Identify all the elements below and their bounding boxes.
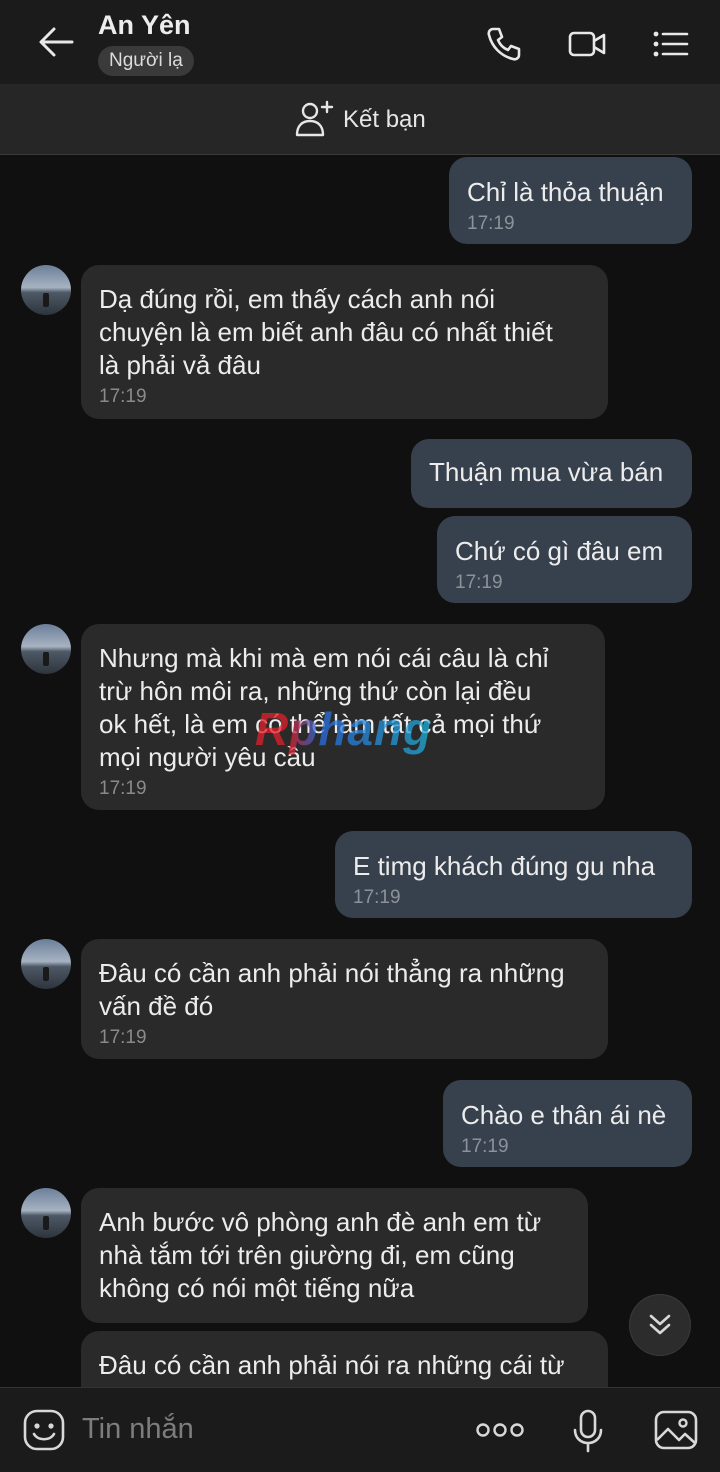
message-bubble-outgoing[interactable]: Chứ có gì đâu em 17:19 <box>437 516 692 603</box>
message-time: 17:19 <box>461 1136 509 1157</box>
add-user-icon <box>295 100 334 137</box>
message-text: Chứ có gì đâu em <box>455 536 664 566</box>
message-bubble-incoming[interactable]: Dạ đúng rồi, em thấy cách anh nói chuyện… <box>81 265 608 419</box>
message-time: 17:19 <box>353 887 401 908</box>
more-options-icon[interactable] <box>476 1422 524 1438</box>
image-icon[interactable] <box>653 1409 699 1451</box>
message-time: 17:19 <box>99 386 147 407</box>
add-friend-label: Kết bạn <box>343 106 426 133</box>
menu-list-icon[interactable] <box>651 24 691 64</box>
avatar[interactable] <box>21 624 71 674</box>
stranger-badge: Người lạ <box>98 46 194 76</box>
message-time: 17:19 <box>467 213 515 234</box>
message-bubble-outgoing[interactable]: Chỉ là thỏa thuận 17:19 <box>449 157 692 244</box>
scroll-to-bottom-button[interactable] <box>629 1294 691 1356</box>
message-time: 17:19 <box>99 778 147 799</box>
message-input[interactable]: Tin nhắn <box>82 1413 194 1446</box>
emoji-icon[interactable] <box>22 1408 66 1452</box>
back-arrow-icon[interactable] <box>34 22 78 62</box>
message-time: 17:19 <box>99 1027 147 1048</box>
message-line: Đâu có cần anh phải nói ra những cái từ <box>99 1350 565 1380</box>
message-list[interactable]: Chỉ là thỏa thuận 17:19 Dạ đúng rồi, em … <box>0 155 720 1387</box>
message-bubble-incoming[interactable]: Anh bước vô phòng anh đè anh em từ nhà t… <box>81 1188 588 1323</box>
add-friend-bar[interactable]: Kết bạn <box>0 84 720 155</box>
message-line: Anh bước vô phòng anh đè anh em từ <box>99 1207 542 1237</box>
message-bubble-incoming[interactable]: Đâu có cần anh phải nói thẳng ra những v… <box>81 939 608 1059</box>
avatar[interactable] <box>21 939 71 989</box>
video-call-icon[interactable] <box>567 24 607 64</box>
message-line: chuyện là em biết anh đâu có nhất thiết <box>99 317 553 347</box>
message-line: vấn đề đó <box>99 991 214 1021</box>
message-bubble-outgoing[interactable]: E timg khách đúng gu nha 17:19 <box>335 831 692 918</box>
message-time: 17:19 <box>455 572 503 593</box>
watermark-logo: Rphang <box>255 703 433 755</box>
phone-icon[interactable] <box>484 24 524 64</box>
message-line: là phải vả đâu <box>99 350 261 380</box>
contact-name[interactable]: An Yên <box>98 10 191 41</box>
message-line: Đâu có cần anh phải nói thẳng ra những <box>99 958 565 988</box>
message-text: Thuận mua vừa bán <box>429 457 664 487</box>
message-bubble-incoming[interactable]: Đâu có cần anh phải nói ra những cái từ <box>81 1331 608 1387</box>
chat-header: An Yên Người lạ <box>0 0 720 84</box>
message-line: không có nói một tiếng nữa <box>99 1273 415 1303</box>
avatar[interactable] <box>21 265 71 315</box>
message-bubble-outgoing[interactable]: Thuận mua vừa bán <box>411 439 692 508</box>
message-bubble-outgoing[interactable]: Chào e thân ái nè 17:19 <box>443 1080 692 1167</box>
message-text: Chỉ là thỏa thuận <box>467 177 664 207</box>
avatar[interactable] <box>21 1188 71 1238</box>
message-line: Nhưng mà khi mà em nói cái câu là chỉ <box>99 643 549 673</box>
microphone-icon[interactable] <box>572 1408 604 1454</box>
message-input-bar: Tin nhắn <box>0 1387 720 1472</box>
message-text: Chào e thân ái nè <box>461 1100 667 1130</box>
message-text: E timg khách đúng gu nha <box>353 851 656 881</box>
double-chevron-down-icon <box>649 1314 671 1335</box>
message-line: nhà tắm tới trên giường đi, em cũng <box>99 1240 515 1270</box>
message-line: Dạ đúng rồi, em thấy cách anh nói <box>99 284 496 314</box>
